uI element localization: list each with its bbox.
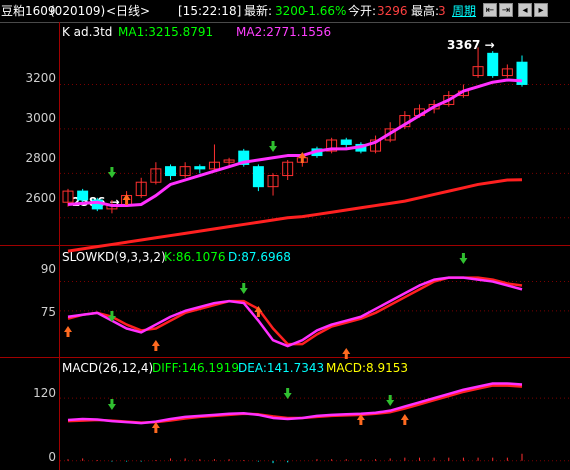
dea-line (67, 384, 523, 424)
candle-body (487, 52, 499, 77)
chart-window: 豆粕1609 (020109) <日线> [15:22:18] 最新: 3200… (0, 0, 570, 470)
k-line (67, 276, 523, 348)
candle-body (165, 166, 177, 177)
candle-body (340, 139, 352, 145)
buy-signal-icon (151, 422, 160, 433)
candle-body (77, 190, 89, 201)
sell-signal-icon (269, 141, 278, 152)
buy-signal-icon (151, 340, 160, 351)
chart-canvas[interactable] (0, 0, 570, 470)
sell-signal-icon (283, 388, 292, 399)
buy-signal-icon (64, 326, 72, 337)
buy-signal-icon (342, 348, 351, 359)
sell-signal-icon (107, 167, 116, 178)
sell-signal-icon (107, 399, 116, 410)
sell-signal-icon (239, 283, 248, 294)
buy-signal-icon (400, 414, 409, 425)
candle-body (252, 166, 264, 188)
sell-signal-icon (459, 253, 468, 264)
sell-signal-icon (386, 395, 395, 406)
candle-body (194, 166, 206, 170)
